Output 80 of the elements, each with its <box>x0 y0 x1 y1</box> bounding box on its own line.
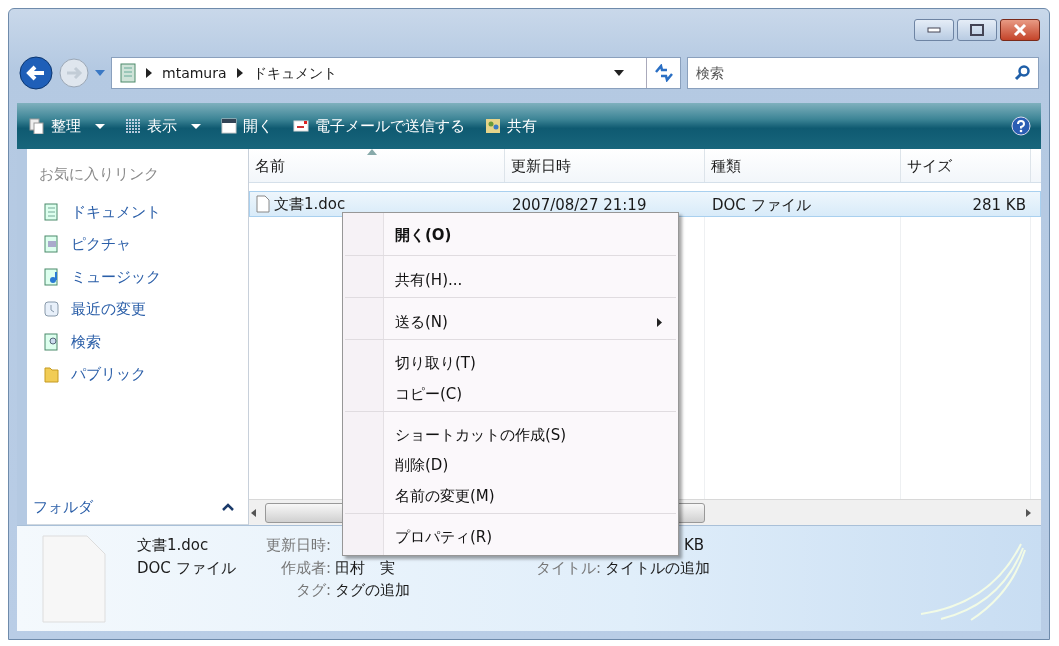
sort-arrow-icon <box>367 149 377 155</box>
file-row[interactable]: 文書1.doc 2007/08/27 21:19 DOC ファイル 281 KB <box>249 191 1041 217</box>
envelope-icon <box>293 118 309 134</box>
picture-folder-icon <box>43 235 59 254</box>
sidebar-link[interactable]: ドキュメント <box>27 195 248 228</box>
menu-item[interactable]: 削除(D) <box>345 450 676 480</box>
field-value[interactable]: 田村 実 <box>335 556 395 579</box>
menu-item[interactable]: 開く(O) <box>345 216 676 256</box>
chevron-right-icon <box>236 68 243 78</box>
close-icon <box>1013 24 1027 36</box>
sidebar-link[interactable]: 検索 <box>27 325 248 358</box>
menu-item[interactable]: ショートカットの作成(S) <box>345 420 676 450</box>
menu-item[interactable]: プロパティ(R) <box>345 522 676 552</box>
field-value[interactable]: タグの追加 <box>335 579 410 602</box>
close-button[interactable] <box>1000 19 1040 41</box>
column-header[interactable]: 種類 <box>705 149 901 182</box>
menu-item[interactable]: 名前の変更(M) <box>345 480 676 514</box>
window-icon <box>221 118 237 134</box>
sidebar-link[interactable]: ミュージック <box>27 260 248 293</box>
field-label: タグ: <box>294 580 331 601</box>
sidebar-link[interactable]: ピクチャ <box>27 228 248 261</box>
field-label: タイトル: <box>536 557 602 579</box>
back-icon[interactable] <box>19 56 53 90</box>
menu-item[interactable]: 切り取り(T) <box>345 348 676 378</box>
field-label: 更新日時: <box>264 535 331 556</box>
column-header[interactable]: 名前 <box>249 149 505 182</box>
music-folder-icon <box>43 267 59 286</box>
menu-item[interactable]: コピー(C) <box>345 378 676 412</box>
column-header[interactable]: 更新日時 <box>505 149 705 182</box>
chevron-up-icon[interactable] <box>222 502 234 511</box>
maximize-icon <box>970 24 984 36</box>
submenu-arrow-icon <box>657 318 662 327</box>
minimize-icon <box>927 27 941 33</box>
file-icon <box>256 195 270 213</box>
sidebar-heading: お気に入りリンク <box>38 164 160 185</box>
address-bar[interactable]: mtamura ドキュメント <box>111 57 681 89</box>
toolbar-button[interactable]: 電子メールで送信する <box>291 112 467 140</box>
breadcrumb-item[interactable]: mtamura <box>162 62 227 84</box>
pages-icon <box>29 118 45 134</box>
document-folder-icon <box>43 202 59 221</box>
folder-icon <box>43 365 59 384</box>
scroll-right-icon[interactable] <box>1023 507 1033 518</box>
file-date: 2007/08/27 21:19 <box>511 195 648 216</box>
sidebar-link[interactable]: パブリック <box>27 358 248 391</box>
file-name: 文書1.doc <box>137 535 210 556</box>
file-size: 281 KB <box>971 195 1027 216</box>
field-value[interactable]: タイトルの追加 <box>605 556 711 579</box>
column-header[interactable]: サイズ <box>901 149 1031 182</box>
help-icon[interactable] <box>1011 116 1031 136</box>
menu-item[interactable]: 送る(N) <box>345 306 676 340</box>
file-type: DOC ファイル <box>137 557 237 579</box>
toolbar-button[interactable]: 開く <box>219 112 275 140</box>
size-value: KB <box>684 535 705 556</box>
file-type: DOC ファイル <box>711 195 812 216</box>
menu-item[interactable]: 共有(H)... <box>345 264 676 298</box>
file-name: 文書1.doc <box>274 193 346 215</box>
search-placeholder: 検索 <box>696 63 724 83</box>
toolbar-button[interactable]: 表示 <box>123 112 203 140</box>
field-label: 作成者: <box>279 557 331 579</box>
clock-folder-icon <box>43 300 59 319</box>
search-field[interactable]: 検索 <box>687 57 1039 89</box>
search-icon[interactable] <box>1014 65 1030 81</box>
toolbar-button[interactable]: 共有 <box>483 112 539 140</box>
people-icon <box>485 118 501 134</box>
toolbar-button[interactable]: 整理 <box>27 112 107 140</box>
search-folder-icon <box>43 332 59 351</box>
minimize-button[interactable] <box>914 19 954 41</box>
chevron-right-icon <box>146 68 152 78</box>
list-view-icon <box>125 118 141 134</box>
caret-icon <box>191 123 201 129</box>
scroll-left-icon[interactable] <box>249 507 259 518</box>
refresh-icon[interactable] <box>653 64 674 82</box>
maximize-button[interactable] <box>957 19 997 41</box>
document-icon <box>41 534 107 624</box>
dropdown-icon[interactable] <box>614 70 624 76</box>
breadcrumb-item[interactable]: ドキュメント <box>252 62 337 84</box>
caret-icon <box>95 123 105 129</box>
folders-label[interactable]: フォルダ <box>33 495 93 518</box>
folder-icon <box>120 63 136 83</box>
sidebar-link[interactable]: 最近の変更 <box>27 293 248 326</box>
